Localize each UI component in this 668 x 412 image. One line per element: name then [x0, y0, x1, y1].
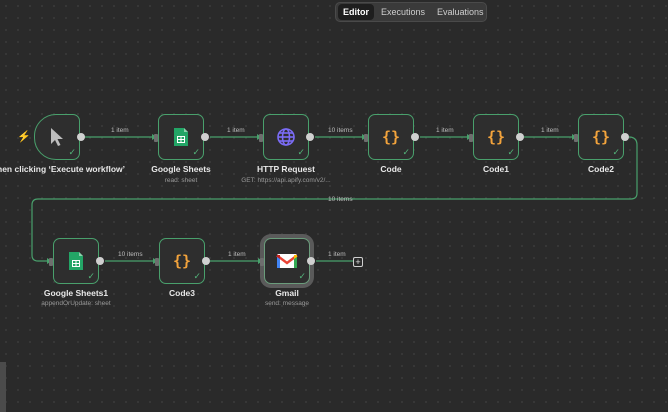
edge-item-count: 1 item — [541, 127, 559, 134]
success-check-icon: ✓ — [402, 147, 410, 157]
connections-layer — [31, 134, 638, 264]
success-check-icon: ✓ — [298, 271, 306, 281]
success-check-icon: ✓ — [87, 271, 95, 281]
google-sheets-icon — [174, 128, 188, 146]
node-http-request[interactable]: ✓ — [259, 114, 314, 160]
success-check-icon: ✓ — [193, 271, 201, 281]
node-google-sheets1[interactable]: ✓ — [49, 238, 104, 284]
output-handle[interactable] — [516, 133, 524, 141]
node-label: When clicking ‘Execute workflow’ — [0, 164, 126, 174]
braces-icon: {} — [486, 128, 506, 146]
input-handle[interactable] — [364, 134, 368, 142]
edge-item-count: 1 item — [228, 251, 246, 258]
gmail-icon — [276, 254, 298, 268]
node-subtitle: appendOrUpdate: sheet — [41, 300, 111, 307]
add-node-button[interactable]: + — [353, 257, 363, 267]
output-handle[interactable] — [202, 257, 210, 265]
input-handle[interactable] — [259, 134, 263, 142]
input-handle[interactable] — [574, 134, 578, 142]
node-label: Code2 — [588, 164, 614, 174]
edge-item-count: 1 item — [227, 127, 245, 134]
node-code1[interactable]: {} ✓ — [469, 114, 524, 160]
globe-icon — [277, 128, 295, 146]
canvas-scrollbar[interactable] — [0, 362, 6, 412]
output-handle[interactable] — [411, 133, 419, 141]
output-handle[interactable] — [201, 133, 209, 141]
trigger-bolt-icon: ⚡ — [17, 131, 31, 143]
braces-icon: {} — [381, 128, 401, 146]
success-check-icon: ✓ — [192, 147, 200, 157]
node-code[interactable]: {} ✓ — [364, 114, 419, 160]
node-manual-trigger[interactable]: ✓ — [34, 114, 85, 160]
output-handle[interactable] — [307, 257, 315, 265]
output-handle[interactable] — [77, 133, 85, 141]
edge-item-count: 1 item — [111, 127, 129, 134]
success-check-icon: ✓ — [297, 147, 305, 157]
edge-item-count: 10 items — [328, 127, 353, 134]
node-code3[interactable]: {} ✓ — [155, 238, 210, 284]
braces-icon: {} — [591, 128, 611, 146]
output-handle[interactable] — [306, 133, 314, 141]
success-check-icon: ✓ — [68, 147, 76, 157]
cursor-icon — [51, 128, 63, 146]
node-label: Gmail — [275, 288, 299, 298]
input-handle[interactable] — [260, 258, 264, 266]
google-sheets-icon — [69, 252, 83, 270]
edge-item-count: 1 item — [436, 127, 454, 134]
output-handle[interactable] — [621, 133, 629, 141]
braces-icon: {} — [172, 252, 192, 270]
input-handle[interactable] — [154, 134, 158, 142]
node-code2[interactable]: {} ✓ — [574, 114, 629, 160]
node-google-sheets[interactable]: ✓ — [154, 114, 209, 160]
edge-item-count: 1 item — [328, 251, 346, 258]
success-check-icon: ✓ — [612, 147, 620, 157]
node-subtitle: send: message — [264, 300, 310, 307]
success-check-icon: ✓ — [507, 147, 515, 157]
node-gmail[interactable]: ✓ — [260, 238, 315, 284]
input-handle[interactable] — [49, 258, 53, 266]
input-handle[interactable] — [155, 258, 159, 266]
edge-item-count: 10 items — [118, 251, 143, 258]
input-handle[interactable] — [469, 134, 473, 142]
node-subtitle: GET: https://api.apify.com/v2/... — [241, 177, 331, 184]
edge-item-count: 10 items — [328, 196, 353, 203]
output-handle[interactable] — [96, 257, 104, 265]
